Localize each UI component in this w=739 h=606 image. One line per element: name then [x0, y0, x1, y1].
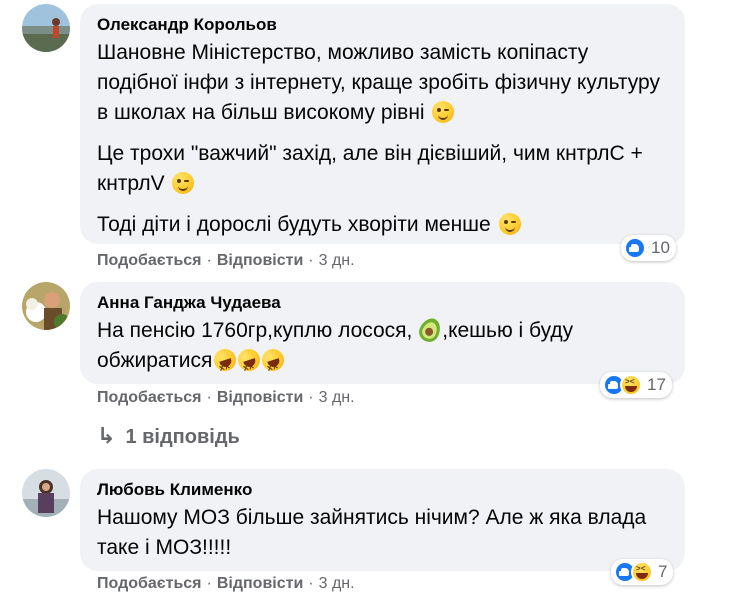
- reaction-count: 17: [647, 375, 666, 394]
- like-button[interactable]: Подобається: [97, 389, 202, 406]
- laughing-face-icon: [211, 346, 240, 374]
- avocado-icon: [416, 314, 445, 346]
- avatar[interactable]: [22, 4, 70, 52]
- reaction-count: 10: [651, 238, 670, 257]
- reply-arrow-icon: ↳: [97, 423, 116, 448]
- winking-face-icon: [498, 213, 521, 235]
- comment-text: Шановне Міністерство, можливо замість ко…: [97, 41, 660, 124]
- comment-author[interactable]: Любовь Клименко: [97, 479, 671, 501]
- comment-bubble: Анна Ганджа Чудаева На пенсію 1760гр,куп…: [80, 282, 685, 384]
- comment-bubble: Любовь Клименко Нашому МОЗ більше зайнят…: [80, 469, 685, 571]
- winking-face-icon: [172, 172, 195, 194]
- winking-face-icon: [432, 101, 455, 123]
- reactions-summary[interactable]: 10: [621, 235, 676, 261]
- avatar[interactable]: [22, 469, 70, 517]
- reply-button[interactable]: Відповісти: [217, 252, 303, 269]
- comment-actions: Подобається · Відповісти · 3 дн.: [97, 252, 355, 269]
- laughing-face-icon: [259, 346, 288, 374]
- like-button[interactable]: Подобається: [97, 252, 202, 269]
- comment-actions: Подобається · Відповісти · 3 дн.: [97, 389, 355, 406]
- comment-text: Це трохи "важчий" захід, але він дієвіши…: [97, 142, 643, 195]
- avatar[interactable]: [22, 282, 70, 330]
- comment-text: Тоді діти і дорослі будуть хворіти менше: [97, 210, 671, 240]
- haha-icon: [631, 561, 653, 583]
- comment-time[interactable]: 3 дн.: [319, 389, 355, 406]
- haha-icon: [620, 374, 642, 396]
- like-icon: [624, 237, 646, 259]
- reaction-count: 7: [658, 562, 668, 581]
- reply-button[interactable]: Відповісти: [217, 575, 303, 592]
- comment-actions: Подобається · Відповісти · 3 дн.: [97, 575, 355, 592]
- reply-button[interactable]: Відповісти: [217, 389, 303, 406]
- comment-text: Нашому МОЗ більше зайнятись нічим? Але ж…: [97, 506, 647, 559]
- like-button[interactable]: Подобається: [97, 575, 202, 592]
- comment-author[interactable]: Анна Ганджа Чудаева: [97, 292, 671, 314]
- view-replies-link[interactable]: ↳ 1 відповідь: [97, 423, 240, 449]
- laughing-face-icon: [235, 346, 264, 374]
- comment-text: На пенсію 1760гр,куплю лосося, ,кешью і …: [97, 314, 671, 376]
- comment-time[interactable]: 3 дн.: [319, 252, 355, 269]
- reactions-summary[interactable]: 7: [611, 559, 674, 585]
- comment-author[interactable]: Олександр Корольов: [97, 14, 671, 36]
- comment-bubble: Олександр Корольов Шановне Міністерство,…: [80, 4, 685, 244]
- comment-time[interactable]: 3 дн.: [319, 575, 355, 592]
- reactions-summary[interactable]: 17: [600, 372, 672, 398]
